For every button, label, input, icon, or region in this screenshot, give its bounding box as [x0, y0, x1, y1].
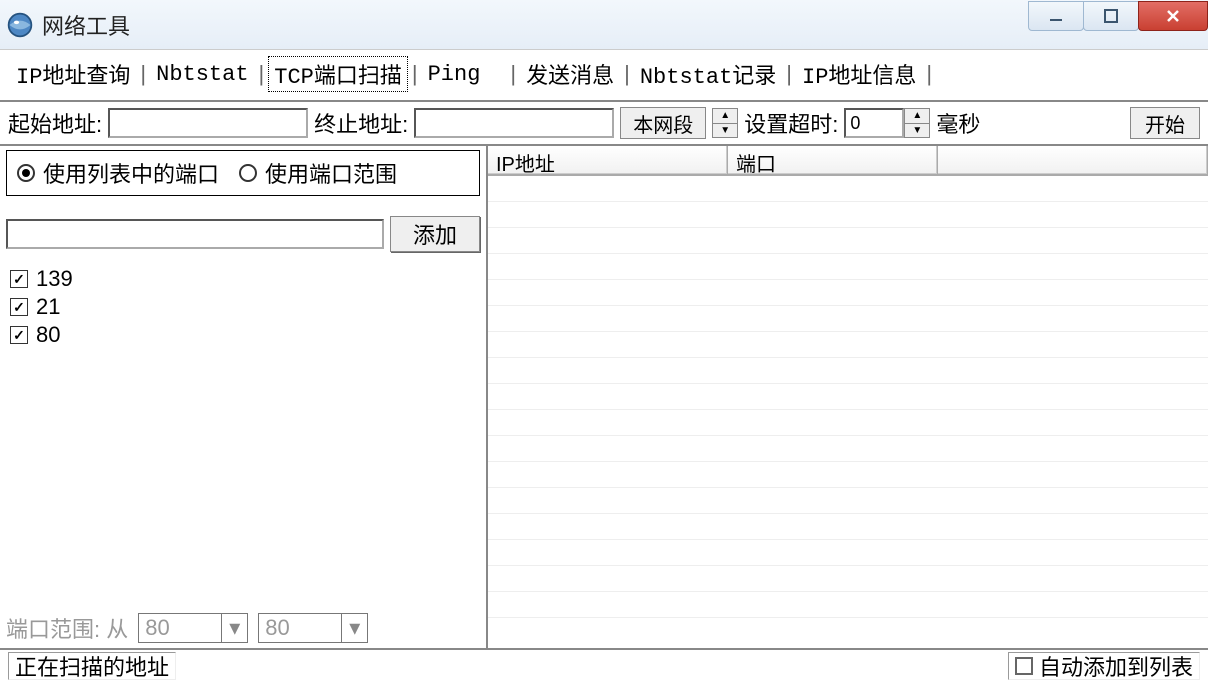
this-segment-button[interactable]: 本网段: [620, 107, 706, 139]
tab-tcp-port-scan[interactable]: TCP端口扫描: [268, 56, 408, 92]
app-icon: [6, 11, 34, 39]
status-autoadd[interactable]: 自动添加到列表: [1008, 652, 1200, 680]
table-row: [488, 228, 1208, 254]
tab-ping[interactable]: Ping: [422, 60, 487, 89]
left-panel: 使用列表中的端口 使用端口范围 添加 139 21: [0, 146, 488, 648]
table-row: [488, 280, 1208, 306]
table-row: [488, 566, 1208, 592]
app-window: 网络工具 IP地址查询 | Nbtstat | TCP端口扫描 | Ping |…: [0, 0, 1208, 682]
results-table-body[interactable]: [488, 176, 1208, 648]
range-to-combo[interactable]: 80 ▾: [258, 613, 368, 643]
table-row: [488, 176, 1208, 202]
range-from-combo[interactable]: 80 ▾: [138, 613, 248, 643]
port-list[interactable]: 139 21 80: [6, 264, 480, 609]
tab-separator: |: [136, 61, 150, 87]
minimize-button[interactable]: [1028, 1, 1084, 31]
tab-bar: IP地址查询 | Nbtstat | TCP端口扫描 | Ping | 发送消息…: [0, 50, 1208, 102]
range-to-value: 80: [259, 615, 341, 641]
maximize-button[interactable]: [1083, 1, 1139, 31]
port-list-item[interactable]: 80: [6, 321, 480, 349]
close-button[interactable]: [1138, 1, 1208, 31]
port-range-row: 端口范围: 从 80 ▾ 80 ▾: [6, 609, 480, 648]
chevron-down-icon[interactable]: ▾: [221, 614, 247, 642]
add-port-button[interactable]: 添加: [390, 216, 480, 252]
port-value: 21: [36, 294, 60, 320]
start-button[interactable]: 开始: [1130, 107, 1200, 139]
timeout-unit: 毫秒: [936, 107, 980, 139]
tab-separator: |: [782, 61, 796, 87]
table-row: [488, 436, 1208, 462]
table-row: [488, 462, 1208, 488]
table-row: [488, 592, 1208, 618]
table-row: [488, 488, 1208, 514]
table-row: [488, 514, 1208, 540]
start-addr-label: 起始地址:: [8, 107, 102, 139]
radio-use-list[interactable]: 使用列表中的端口: [17, 157, 219, 189]
tab-ip-info[interactable]: IP地址信息: [796, 56, 922, 92]
table-row: [488, 410, 1208, 436]
end-addr-label: 终止地址:: [314, 107, 408, 139]
status-scanning-label: 正在扫描的地址: [8, 652, 176, 680]
chevron-down-icon[interactable]: ▾: [341, 614, 367, 642]
window-title: 网络工具: [42, 9, 1029, 41]
tab-separator: |: [620, 61, 634, 87]
checkbox-icon[interactable]: [10, 270, 28, 288]
tab-separator: |: [506, 61, 520, 87]
timeout-label: 设置超时:: [744, 107, 838, 139]
titlebar: 网络工具: [0, 0, 1208, 50]
table-row: [488, 384, 1208, 410]
spinner-up-icon[interactable]: ▲: [713, 109, 737, 124]
port-value: 80: [36, 322, 60, 348]
radio-use-list-label: 使用列表中的端口: [43, 157, 219, 189]
tab-separator: |: [922, 61, 936, 87]
spinner-up-icon[interactable]: ▲: [905, 109, 929, 124]
tab-nbtstat[interactable]: Nbtstat: [150, 60, 254, 89]
tab-nbtstat-log[interactable]: Nbtstat记录: [634, 56, 782, 92]
col-extra[interactable]: [938, 146, 1208, 175]
spinner-down-icon[interactable]: ▼: [713, 124, 737, 138]
table-row: [488, 306, 1208, 332]
address-toolbar: 起始地址: 终止地址: 本网段 ▲ ▼ 设置超时: ▲ ▼ 毫秒 开始: [0, 102, 1208, 146]
radio-selected-icon: [17, 164, 35, 182]
table-row: [488, 358, 1208, 384]
tab-ip-query[interactable]: IP地址查询: [10, 56, 136, 92]
radio-unselected-icon: [239, 164, 257, 182]
table-row: [488, 254, 1208, 280]
timeout-input[interactable]: [844, 108, 904, 138]
port-list-item[interactable]: 21: [6, 293, 480, 321]
port-mode-group: 使用列表中的端口 使用端口范围: [6, 150, 480, 196]
checkbox-icon[interactable]: [10, 298, 28, 316]
add-port-input[interactable]: [6, 219, 384, 249]
timeout-spinner[interactable]: ▲ ▼: [904, 108, 930, 138]
tab-separator: |: [255, 61, 269, 87]
segment-spinner[interactable]: ▲ ▼: [712, 108, 738, 138]
end-addr-input[interactable]: [414, 108, 614, 138]
radio-use-range-label: 使用端口范围: [265, 157, 397, 189]
tab-separator: |: [408, 61, 422, 87]
results-table-header: IP地址 端口: [488, 146, 1208, 176]
port-list-item[interactable]: 139: [6, 265, 480, 293]
table-row: [488, 332, 1208, 358]
results-panel: IP地址 端口: [488, 146, 1208, 648]
start-addr-input[interactable]: [108, 108, 308, 138]
status-bar: 正在扫描的地址 自动添加到列表: [0, 648, 1208, 682]
add-port-row: 添加: [6, 216, 480, 252]
spinner-down-icon[interactable]: ▼: [905, 124, 929, 138]
col-ip[interactable]: IP地址: [488, 146, 728, 175]
window-buttons: [1029, 1, 1208, 31]
table-row: [488, 202, 1208, 228]
tab-send-message[interactable]: 发送消息: [520, 56, 620, 92]
table-row: [488, 540, 1208, 566]
port-value: 139: [36, 266, 73, 292]
range-label: 端口范围: 从: [6, 612, 128, 644]
checkbox-icon[interactable]: [10, 326, 28, 344]
col-port[interactable]: 端口: [728, 146, 938, 175]
radio-use-range[interactable]: 使用端口范围: [239, 157, 397, 189]
range-from-value: 80: [139, 615, 221, 641]
status-autoadd-label: 自动添加到列表: [1039, 650, 1193, 682]
checkbox-icon[interactable]: [1015, 657, 1033, 675]
main-area: 使用列表中的端口 使用端口范围 添加 139 21: [0, 146, 1208, 648]
